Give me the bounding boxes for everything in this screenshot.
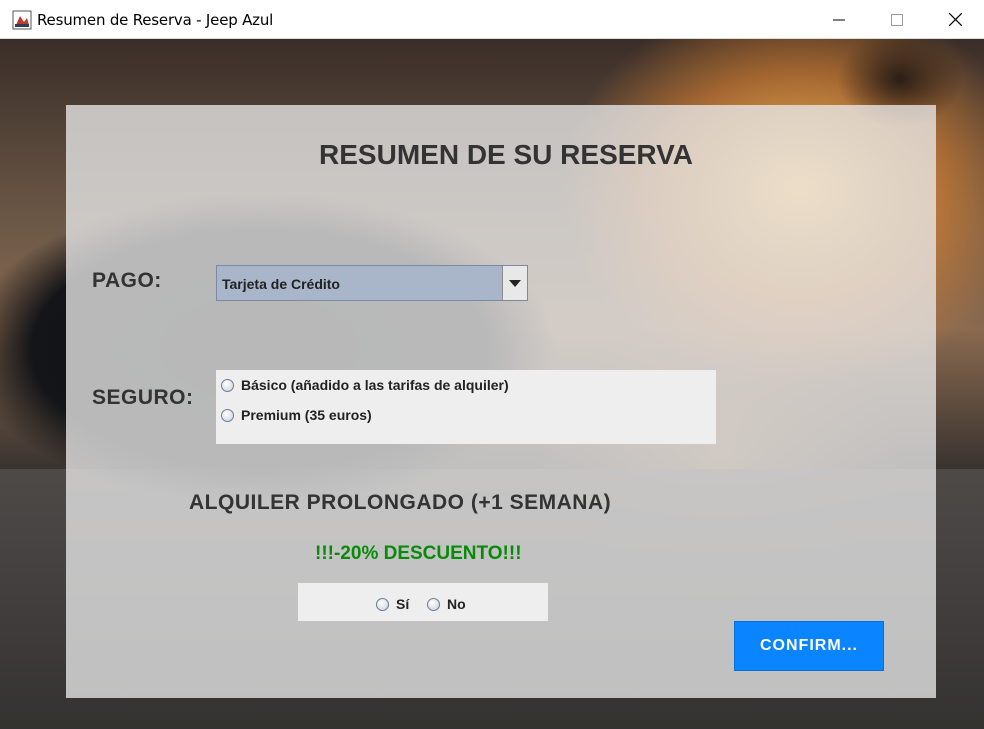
extended-rental-yes-option[interactable]: Sí (376, 596, 409, 612)
window-title: Resumen de Reserva - Jeep Azul (37, 11, 274, 29)
minimize-button[interactable] (810, 0, 868, 39)
page-title: RESUMEN DE SU RESERVA (319, 139, 693, 170)
discount-banner: !!!-20% DESCUENTO!!! (315, 543, 522, 564)
extended-rental-title: ALQUILER PROLONGADO (+1 SEMANA) (189, 491, 612, 514)
insurance-basic-option[interactable]: Básico (añadido a las tarifas de alquile… (221, 377, 509, 393)
seguro-label: SEGURO: (92, 386, 194, 409)
insurance-options: Básico (añadido a las tarifas de alquile… (216, 370, 716, 444)
extended-rental-no-label: No (447, 596, 466, 612)
radio-button-premium[interactable] (221, 408, 234, 422)
maximize-button[interactable] (868, 0, 926, 39)
minimize-icon (833, 19, 845, 20)
maximize-icon (891, 13, 903, 26)
java-app-icon (12, 10, 32, 30)
dropdown-arrow-button[interactable] (502, 266, 527, 300)
extended-rental-no-option[interactable]: No (427, 596, 466, 612)
insurance-premium-label: Premium (35 euros) (241, 407, 372, 423)
extended-rental-options: Sí No (298, 583, 548, 621)
insurance-basic-label: Básico (añadido a las tarifas de alquile… (241, 377, 509, 393)
close-button[interactable] (926, 0, 984, 39)
extended-rental-yes-label: Sí (396, 596, 410, 612)
payment-method-value: Tarjeta de Crédito (222, 276, 340, 292)
chevron-down-icon (509, 279, 521, 287)
title-bar: Resumen de Reserva - Jeep Azul (0, 0, 984, 39)
radio-button-no[interactable] (427, 597, 440, 611)
close-icon (948, 13, 962, 26)
pago-label: PAGO: (92, 269, 162, 292)
payment-method-select[interactable]: Tarjeta de Crédito (216, 265, 528, 301)
confirm-button[interactable]: CONFIRM... (734, 621, 884, 671)
insurance-premium-option[interactable]: Premium (35 euros) (221, 407, 372, 423)
radio-button-basic[interactable] (221, 378, 234, 392)
radio-button-yes[interactable] (376, 597, 389, 611)
